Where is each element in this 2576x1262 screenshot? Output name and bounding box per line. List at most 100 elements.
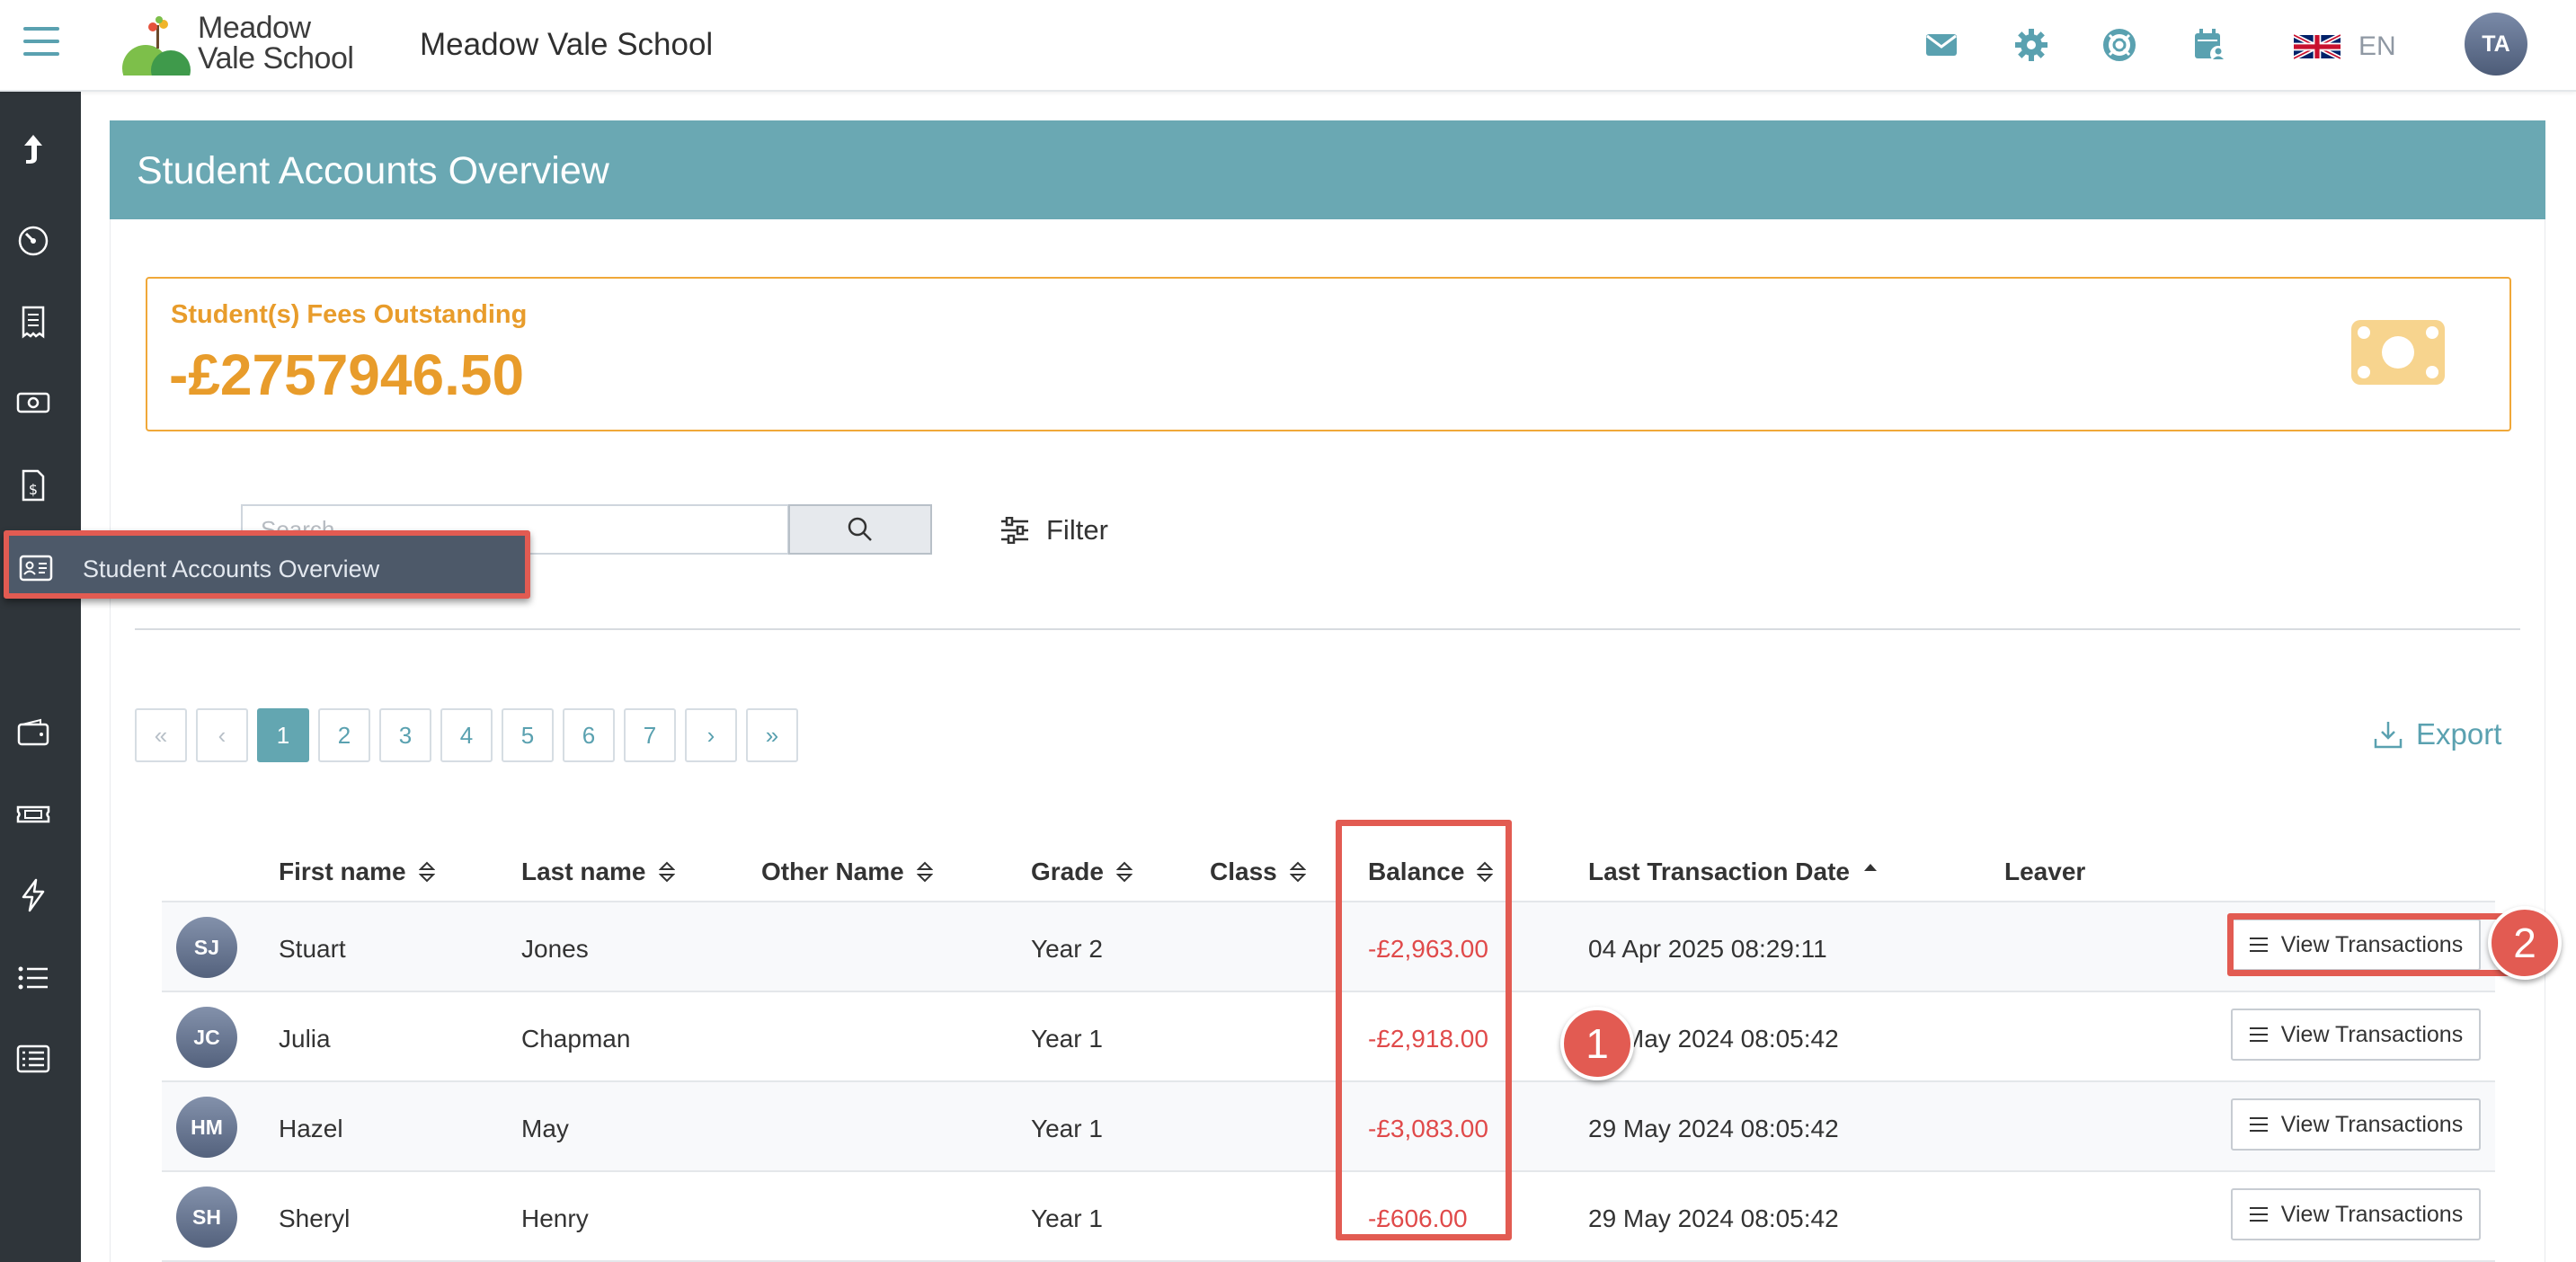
column-header-other-name[interactable]: Other Name — [761, 858, 933, 886]
bars-icon — [2249, 1117, 2268, 1132]
student-avatar[interactable]: JC — [176, 1007, 237, 1068]
logo-hills-icon — [122, 16, 191, 76]
page-3-button[interactable]: 3 — [379, 708, 431, 762]
logo-text: Meadow Vale School — [198, 11, 354, 76]
table-row: SH Sheryl Henry Year 1 -£606.00 29 May 2… — [162, 1172, 2495, 1262]
school-name: Meadow Vale School — [420, 27, 714, 62]
view-transactions-button[interactable]: View Transactions — [2231, 1188, 2481, 1240]
sort-icon — [418, 861, 435, 883]
filter-button[interactable]: Filter — [999, 511, 1108, 550]
student-avatar[interactable]: SH — [176, 1186, 237, 1248]
column-header-label: Grade — [1031, 858, 1104, 885]
sidebar: $ — [0, 92, 81, 1262]
cell-last-name: Jones — [521, 935, 589, 963]
column-header-class[interactable]: Class — [1210, 858, 1306, 886]
export-label: Export — [2416, 717, 2502, 751]
lightning-bolt-icon[interactable] — [15, 877, 51, 913]
view-transactions-label: View Transactions — [2280, 1201, 2464, 1227]
page-4-button[interactable]: 4 — [440, 708, 493, 762]
download-icon — [2374, 722, 2403, 749]
cell-first-name: Hazel — [279, 1115, 343, 1142]
view-transactions-highlight — [2227, 913, 2533, 976]
language-selector[interactable]: EN — [2294, 29, 2402, 65]
school-logo[interactable]: Meadow Vale School — [117, 13, 360, 77]
fees-outstanding-card: Student(s) Fees Outstanding -£2757946.50 — [146, 277, 2511, 431]
page-6-button[interactable]: 6 — [563, 708, 615, 762]
page-2-button[interactable]: 2 — [318, 708, 370, 762]
hamburger-menu-icon[interactable] — [23, 27, 59, 59]
page-1-button[interactable]: 1 — [257, 708, 309, 762]
column-header-label: Class — [1210, 858, 1277, 885]
sidebar-item-student-accounts-overview[interactable]: Student Accounts Overview — [4, 530, 530, 599]
svg-text:$: $ — [29, 481, 38, 498]
cell-last-name: Henry — [521, 1204, 589, 1232]
wallet-icon[interactable] — [15, 715, 51, 751]
id-card-icon — [19, 555, 53, 582]
view-transactions-label: View Transactions — [2280, 1111, 2464, 1137]
cell-grade: Year 1 — [1031, 1025, 1103, 1053]
list-alt-icon[interactable] — [15, 1041, 51, 1077]
page-header: Student Accounts Overview — [110, 120, 2545, 219]
page-last-button[interactable]: » — [746, 708, 798, 762]
divider — [135, 628, 2520, 630]
language-code: EN — [2358, 31, 2396, 61]
help-lifebuoy-icon[interactable] — [2101, 27, 2137, 63]
column-header-leaver[interactable]: Leaver — [2004, 858, 2085, 886]
sort-icon — [658, 861, 675, 883]
cell-last-name: May — [521, 1115, 569, 1142]
ticket-icon[interactable] — [15, 796, 51, 832]
step-badge-1: 1 — [1560, 1007, 1634, 1080]
filter-label: Filter — [1046, 514, 1108, 546]
receipt-icon[interactable] — [15, 304, 51, 340]
logo-line-1: Meadow — [198, 11, 311, 45]
column-header-first-name[interactable]: First name — [279, 858, 435, 886]
student-avatar[interactable]: SJ — [176, 917, 237, 978]
student-avatar[interactable]: HM — [176, 1097, 237, 1158]
view-transactions-label: View Transactions — [2280, 1021, 2464, 1047]
bars-icon — [2249, 1027, 2268, 1042]
sidebar-tooltip-label: Student Accounts Overview — [83, 555, 380, 582]
list-icon[interactable] — [15, 960, 51, 996]
column-header-label: Last Transaction Date — [1588, 858, 1850, 885]
column-header-label: First name — [279, 858, 406, 885]
page-5-button[interactable]: 5 — [502, 708, 554, 762]
gear-icon[interactable] — [2013, 27, 2049, 63]
cell-last-transaction-date: 29 May 2024 08:05:42 — [1588, 1204, 1839, 1232]
page-next-button[interactable]: › — [685, 708, 737, 762]
view-transactions-button[interactable]: View Transactions — [2231, 1098, 2481, 1151]
column-header-grade[interactable]: Grade — [1031, 858, 1133, 886]
money-bill-icon[interactable] — [15, 385, 51, 421]
bars-icon — [2249, 1207, 2268, 1222]
cell-first-name: Stuart — [279, 935, 346, 963]
logo-line-2: Vale School — [198, 41, 354, 76]
page-first-button[interactable]: « — [135, 708, 187, 762]
cell-last-name: Chapman — [521, 1025, 631, 1053]
search-button[interactable] — [788, 504, 932, 555]
cell-first-name: Julia — [279, 1025, 331, 1053]
fees-outstanding-label: Student(s) Fees Outstanding — [171, 300, 528, 329]
column-header-last-name[interactable]: Last name — [521, 858, 675, 886]
envelope-icon[interactable] — [1923, 27, 1959, 63]
cell-last-transaction-date: 29 May 2024 08:05:42 — [1588, 1115, 1839, 1142]
page-prev-button[interactable]: ‹ — [196, 708, 248, 762]
dashboard-gauge-icon[interactable] — [15, 223, 51, 259]
share-arrow-icon[interactable] — [15, 131, 51, 167]
column-header-last-transaction-date[interactable]: Last Transaction Date — [1588, 858, 1879, 886]
view-transactions-button[interactable]: View Transactions — [2231, 1009, 2481, 1061]
cell-grade: Year 2 — [1031, 935, 1103, 963]
sort-icon — [1115, 861, 1133, 883]
column-header-label: Leaver — [2004, 858, 2086, 885]
sliders-icon — [1001, 517, 1028, 544]
uk-flag-icon — [2294, 33, 2341, 60]
user-avatar[interactable]: TA — [2465, 13, 2527, 76]
calendar-user-icon[interactable] — [2191, 27, 2227, 63]
invoice-dollar-icon[interactable]: $ — [15, 467, 51, 503]
balance-column-highlight — [1336, 820, 1512, 1240]
cell-first-name: Sheryl — [279, 1204, 351, 1232]
table-row: JC Julia Chapman Year 1 -£2,918.00 29 Ma… — [162, 992, 2495, 1082]
column-header-label: Last name — [521, 858, 646, 885]
search-icon — [848, 517, 872, 541]
page-7-button[interactable]: 7 — [624, 708, 676, 762]
export-button[interactable]: Export — [2373, 717, 2501, 751]
sort-icon — [916, 861, 933, 883]
